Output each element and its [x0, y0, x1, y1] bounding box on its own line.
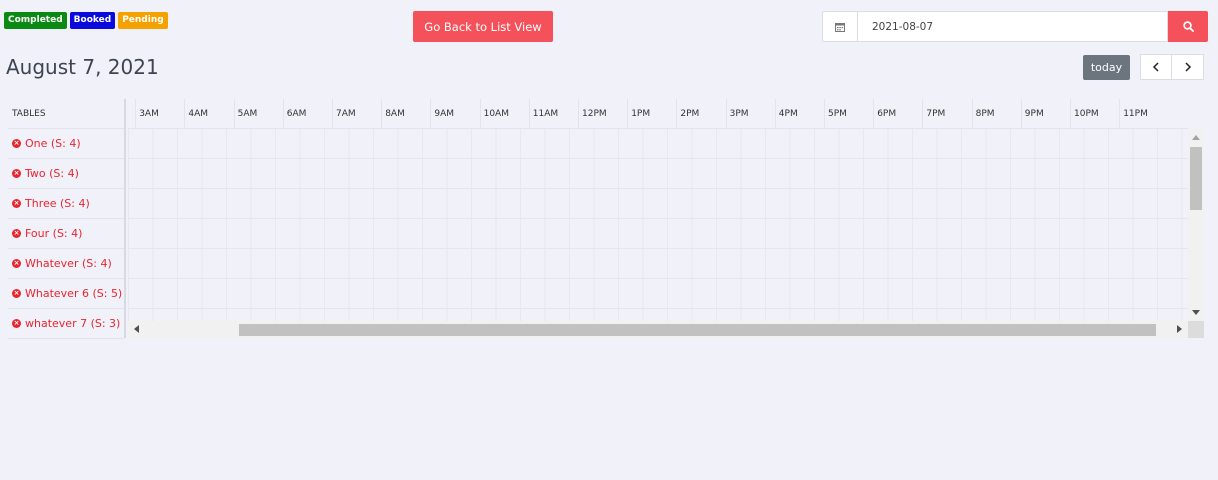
table-row[interactable]: × whatever 7 (S: 3) [8, 309, 124, 339]
page-title: August 7, 2021 [6, 55, 159, 79]
time-header: 2AM3AM4AM5AM6AM7AM8AM9AM10AM11AM12PM1PM2… [128, 99, 1188, 129]
table-row[interactable]: × Four (S: 4) [8, 219, 124, 249]
remove-icon[interactable]: × [12, 319, 21, 328]
time-label: 5PM [824, 99, 873, 129]
legend-booked: Booked [69, 12, 116, 29]
remove-icon[interactable]: × [12, 229, 21, 238]
status-legend: Completed Booked Pending [4, 12, 168, 29]
back-to-list-button[interactable]: Go Back to List View [413, 11, 553, 42]
search-button[interactable] [1168, 11, 1208, 42]
vertical-scrollbar[interactable] [1188, 129, 1204, 321]
date-filter [822, 11, 1208, 42]
next-button[interactable] [1172, 54, 1204, 80]
resource-column: TABLES × One (S: 4) × Two (S: 4) × Three (S: … [8, 99, 126, 339]
search-icon [1182, 21, 1194, 32]
timeline-grid: 2AM3AM4AM5AM6AM7AM8AM9AM10AM11AM12PM1PM2… [128, 99, 1204, 338]
time-label: 4PM [774, 99, 824, 129]
chevron-right-icon [1184, 62, 1191, 72]
table-row[interactable]: × Three (S: 4) [8, 189, 124, 219]
time-label: 9AM [430, 99, 479, 129]
time-label: 8AM [381, 99, 430, 129]
table-row[interactable]: × Whatever (S: 4) [8, 249, 124, 279]
table-label[interactable]: Whatever 6 (S: 5) [25, 287, 122, 300]
time-label: 5AM [233, 99, 283, 129]
vertical-scroll-thumb[interactable] [1190, 147, 1202, 210]
table-label[interactable]: Four (S: 4) [25, 227, 82, 240]
legend-pending: Pending [118, 12, 168, 29]
table-label[interactable]: Three (S: 4) [25, 197, 90, 210]
table-row[interactable]: × Two (S: 4) [8, 159, 124, 189]
prev-button[interactable] [1140, 54, 1172, 80]
time-label: 7PM [922, 99, 971, 129]
time-label: 7AM [332, 99, 381, 129]
calendar-icon [822, 11, 857, 42]
time-label: 8PM [971, 99, 1021, 129]
legend-completed: Completed [4, 12, 67, 29]
remove-icon[interactable]: × [12, 259, 21, 268]
time-label: 11AM [528, 99, 578, 129]
time-label: 9PM [1020, 99, 1070, 129]
time-label: 4AM [184, 99, 233, 129]
today-button[interactable]: today [1083, 55, 1130, 80]
time-label: 2AM [128, 99, 135, 129]
chevron-left-icon [1152, 62, 1159, 72]
time-label: 6PM [873, 99, 922, 129]
remove-icon[interactable]: × [12, 289, 21, 298]
table-label[interactable]: One (S: 4) [25, 137, 81, 150]
table-label[interactable]: whatever 7 (S: 3) [25, 317, 120, 330]
scroll-down-icon[interactable] [1192, 310, 1200, 315]
remove-icon[interactable]: × [12, 199, 21, 208]
time-label: 11PM [1119, 99, 1168, 129]
scroll-up-icon[interactable] [1192, 135, 1200, 140]
time-label: 10PM [1070, 99, 1119, 129]
time-label: 6AM [282, 99, 332, 129]
remove-icon[interactable]: × [12, 169, 21, 178]
time-label: 3PM [725, 99, 775, 129]
scrollbar-corner [1188, 321, 1204, 338]
date-input[interactable] [857, 11, 1168, 42]
time-label: 3AM [135, 99, 184, 129]
date-navigation [1140, 54, 1204, 80]
time-label: 1PM [627, 99, 676, 129]
horizontal-scroll-thumb[interactable] [239, 324, 1156, 336]
resource-timeline: TABLES × One (S: 4) × Two (S: 4) × Three (S: … [8, 99, 1204, 339]
time-label: 12PM [578, 99, 627, 129]
timeline-slots[interactable] [128, 129, 1188, 321]
scroll-right-icon[interactable] [1177, 325, 1182, 333]
resource-header: TABLES [8, 99, 124, 129]
time-label: 2PM [676, 99, 725, 129]
table-label[interactable]: Whatever (S: 4) [25, 257, 112, 270]
time-label: 10AM [479, 99, 529, 129]
remove-icon[interactable]: × [12, 139, 21, 148]
table-row[interactable]: × Whatever 6 (S: 5) [8, 279, 124, 309]
table-row[interactable]: × One (S: 4) [8, 129, 124, 159]
horizontal-scrollbar[interactable] [128, 321, 1188, 338]
table-label[interactable]: Two (S: 4) [25, 167, 79, 180]
scroll-left-icon[interactable] [134, 325, 139, 333]
